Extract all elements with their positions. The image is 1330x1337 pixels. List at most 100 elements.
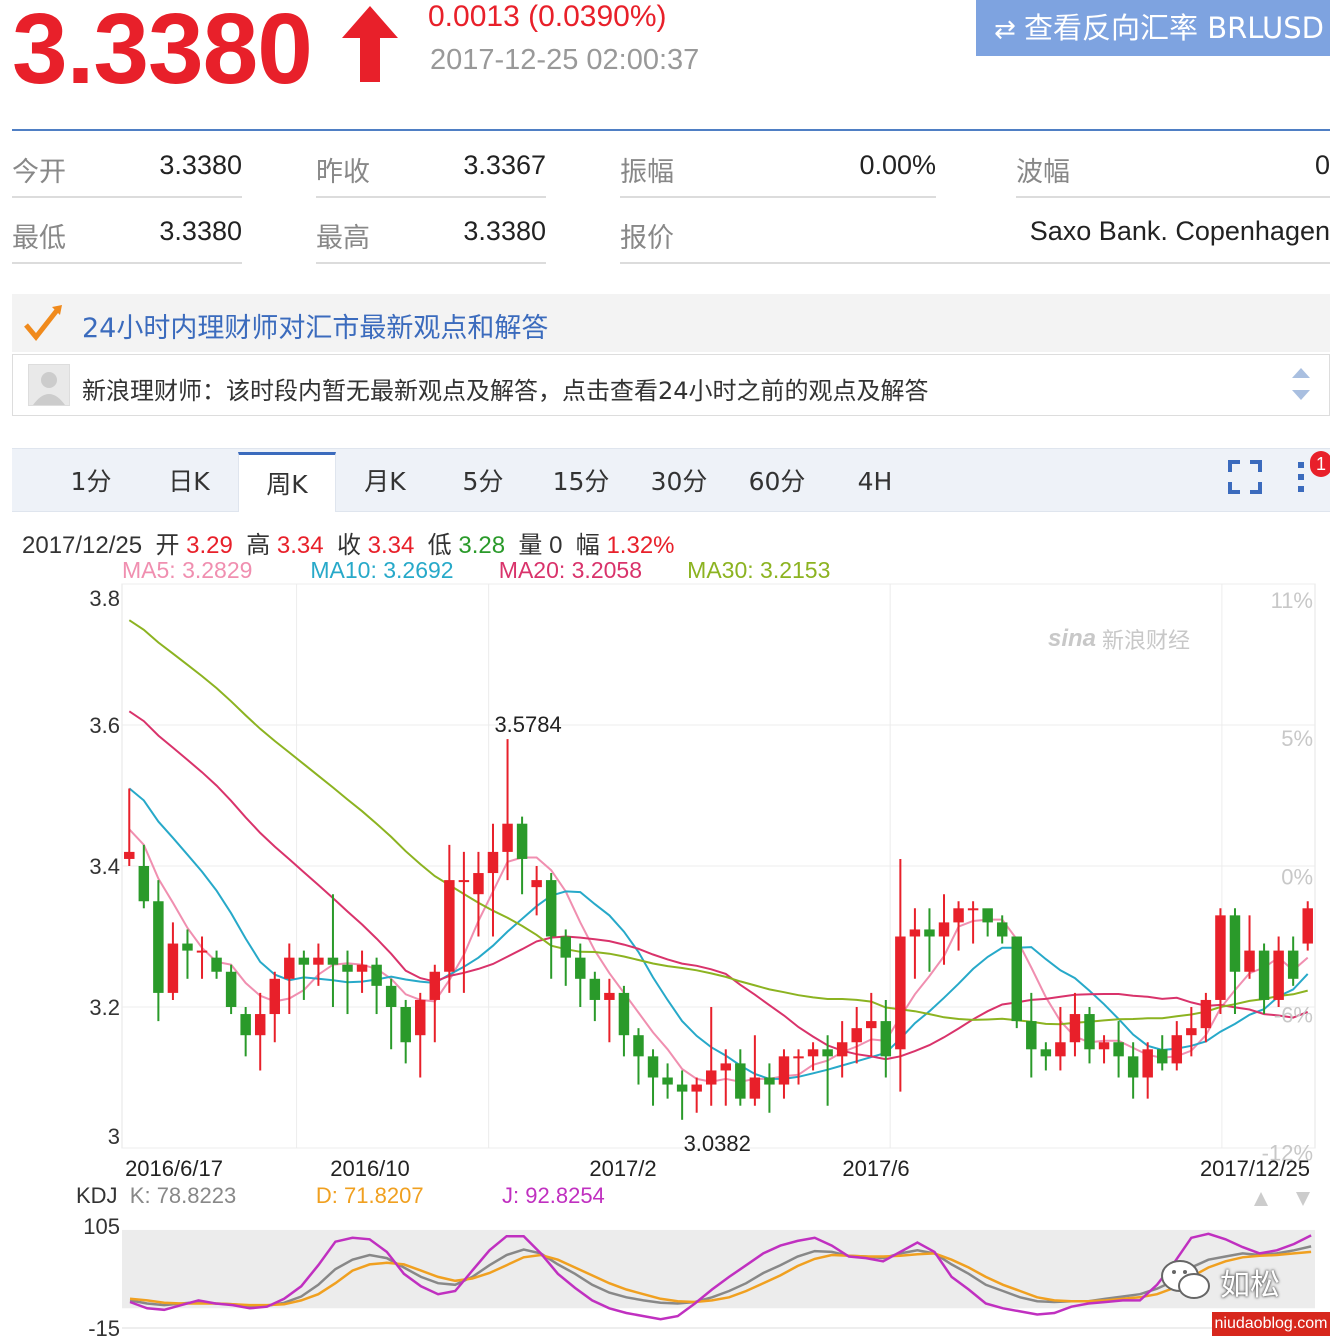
- x-tick-label: 2016/10: [330, 1156, 410, 1181]
- candle-body: [647, 1056, 659, 1078]
- close-info-label: 收: [336, 532, 361, 559]
- row-divider: [1016, 196, 1330, 198]
- range-info-label: 幅: [575, 532, 600, 559]
- low-info-value: 3.28: [458, 532, 506, 559]
- candle-body: [1229, 915, 1241, 972]
- row-divider: [12, 196, 242, 198]
- candle-body: [138, 866, 150, 902]
- quote-timestamp: 2017-12-25 02:00:37: [430, 44, 700, 76]
- low-info-label: 低: [427, 532, 452, 559]
- tab-4h[interactable]: 4H: [830, 452, 920, 510]
- candle-body: [560, 936, 571, 958]
- candle-body: [516, 823, 528, 859]
- scroll-arrows-icon[interactable]: [1290, 366, 1312, 402]
- x-tick-label: 2017/6: [842, 1156, 909, 1181]
- tab-30min[interactable]: 30分: [634, 452, 724, 510]
- candle-body: [720, 1063, 732, 1071]
- open-info-value: 3.29: [186, 532, 233, 559]
- kdj-scroll-icon[interactable]: [1252, 1190, 1312, 1208]
- candle-body: [924, 929, 935, 937]
- candle-body: [633, 1035, 644, 1057]
- candle-body: [866, 1021, 877, 1029]
- row-divider: [316, 262, 546, 264]
- candle-body: [749, 1077, 761, 1099]
- candle-body: [880, 1021, 892, 1057]
- tab-monthly[interactable]: 月K: [340, 452, 430, 510]
- tab-60min[interactable]: 60分: [732, 452, 822, 510]
- tab-weekly[interactable]: 周K: [238, 452, 336, 512]
- y-tick-label: 3.6: [89, 713, 120, 738]
- kdj-k-value: K: 78.8223: [129, 1183, 237, 1208]
- prev-close-label: 昨收: [316, 157, 370, 188]
- candle-body: [1142, 1049, 1153, 1078]
- candle-body: [1055, 1042, 1066, 1057]
- candle-body: [1127, 1056, 1139, 1078]
- tab-5min[interactable]: 5分: [438, 452, 528, 510]
- advisor-message[interactable]: 新浪理财师：该时段内暂无最新观点及解答，点击查看24小时之前的观点及解答: [82, 371, 929, 406]
- candle-body: [254, 1014, 266, 1036]
- kdj-legend: KDJ K: 78.8223 D: 71.8207 J: 92.8254: [76, 1183, 605, 1209]
- candle-body: [342, 964, 353, 972]
- volume-info-value: 0: [549, 532, 563, 559]
- kline-chart[interactable]: 3.83.63.43.2311%5%0%-6%-12%2016/6/17 2016…: [0, 580, 1330, 1200]
- candle-body: [371, 964, 382, 986]
- y-tick-label: 3.8: [89, 586, 120, 611]
- header-divider: [12, 129, 1330, 131]
- kdj-grid: 105 -15: [83, 1214, 1315, 1337]
- reverse-rate-label: 查看反向汇率 BRLUSD: [1024, 11, 1324, 45]
- candle-body: [967, 908, 979, 911]
- candle-body: [415, 999, 426, 1036]
- candle-body: [851, 1028, 862, 1043]
- candle-info: 2017/12/25 开 3.29 高 3.34 收 3.34 低 3.28 量…: [22, 525, 675, 560]
- price-change: 0.0013 (0.0390%): [428, 0, 667, 33]
- candle-body: [1026, 1021, 1037, 1050]
- more-menu-icon[interactable]: [1294, 460, 1308, 494]
- candle-body: [807, 1049, 819, 1057]
- candle-body: [1273, 950, 1284, 1000]
- axis-labels: 3.83.63.43.2311%5%0%-6%-12%2016/6/17 2016…: [89, 586, 1313, 1181]
- candle-body: [1215, 915, 1226, 1000]
- watermark-text: 新浪财经: [1102, 628, 1190, 653]
- candle-body: [691, 1084, 702, 1092]
- open-label: 今开: [12, 157, 66, 188]
- kdj-j-value: J: 92.8254: [502, 1183, 605, 1208]
- candle-body: [996, 922, 1008, 937]
- wechat-icon: [1161, 1260, 1210, 1299]
- candle-body: [211, 957, 222, 972]
- candle-body: [1069, 1014, 1081, 1043]
- high-label: 最高: [316, 223, 370, 254]
- candle-body: [1171, 1035, 1183, 1064]
- tab-daily[interactable]: 日K: [144, 452, 234, 510]
- avatar: [28, 364, 70, 406]
- row-divider: [620, 262, 1330, 264]
- candle-body: [356, 964, 368, 972]
- candle-body: [1040, 1049, 1052, 1057]
- candle-body: [182, 943, 193, 951]
- max-price-label: 3.5784: [494, 712, 561, 737]
- tab-1min[interactable]: 1分: [46, 452, 136, 510]
- wechat-logo: 如松: [1160, 1258, 1310, 1304]
- kdj-chart[interactable]: 105 -15: [0, 1212, 1330, 1337]
- fullscreen-icon[interactable]: [1228, 460, 1262, 494]
- high-info-value: 3.34: [276, 532, 324, 559]
- candle-body: [487, 851, 499, 874]
- candle-body: [735, 1063, 746, 1099]
- candle-body: [705, 1070, 717, 1085]
- x-tick-label: 2017/2: [589, 1156, 656, 1181]
- tab-15min[interactable]: 15分: [536, 452, 626, 510]
- candle-body: [938, 922, 950, 937]
- amplitude-label: 振幅: [620, 157, 674, 188]
- reverse-rate-button[interactable]: ⇄ 查看反向汇率 BRLUSD: [976, 0, 1330, 56]
- candle-body: [662, 1077, 673, 1085]
- x-tick-label: 2016/6/17: [125, 1156, 223, 1181]
- y-tick-label: 3: [108, 1124, 120, 1149]
- candle-body: [502, 823, 513, 852]
- candle-body: [1200, 999, 1212, 1029]
- wave-value: 0: [1314, 150, 1330, 180]
- advisor-title[interactable]: 24小时内理财师对汇市最新观点和解答: [82, 306, 548, 345]
- swap-icon: ⇄: [994, 15, 1016, 45]
- candle-body: [953, 908, 964, 923]
- candle-body: [167, 943, 179, 993]
- candle-body: [1287, 950, 1299, 979]
- low-label: 最低: [12, 223, 66, 254]
